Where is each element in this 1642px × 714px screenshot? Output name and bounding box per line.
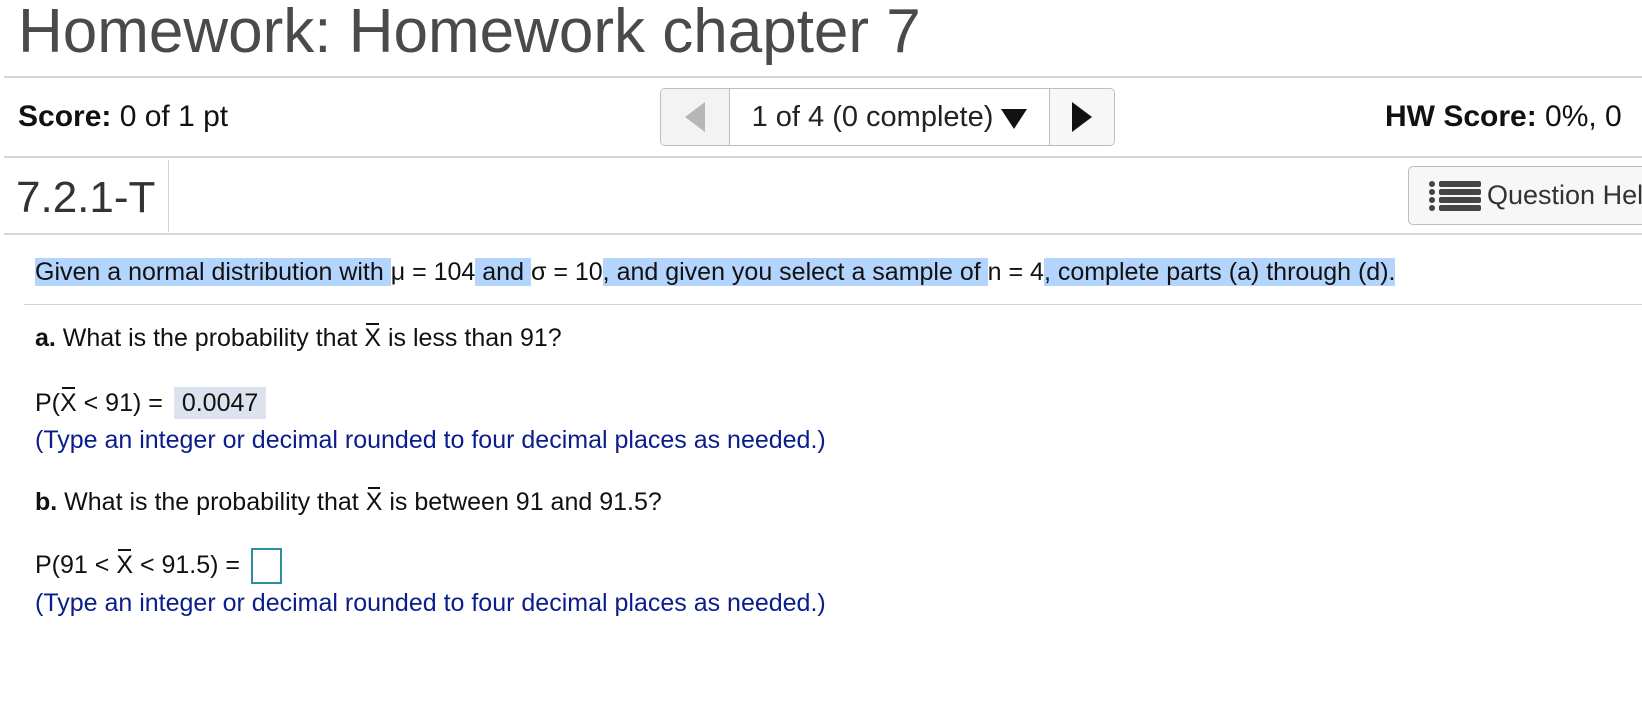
list-icon: [1429, 180, 1481, 211]
divider: [168, 160, 169, 232]
hw-score-label: HW Score:: [1385, 100, 1537, 133]
x-bar-symbol: X: [60, 386, 77, 420]
question-text: What is the probability that: [57, 488, 366, 516]
question-text: What is the probability that: [55, 324, 365, 352]
x-bar-symbol: X: [116, 548, 133, 582]
part-letter: b.: [35, 488, 58, 516]
page-title: Homework: Homework chapter 7: [18, 0, 921, 66]
arrow-left-icon: [685, 102, 705, 132]
divider: [4, 233, 1642, 235]
problem-text: Given a normal distribution with: [35, 258, 391, 286]
problem-text: , and given you select a sample of: [602, 258, 988, 286]
part-b-question: b. What is the probability that X is bet…: [35, 486, 662, 518]
question-help-label: Question Hel: [1487, 180, 1642, 210]
part-letter: a.: [35, 324, 56, 352]
part-a-question: a. What is the probability that X is les…: [35, 322, 562, 354]
mu-value: μ = 104: [390, 258, 476, 286]
caret-down-icon: [1001, 109, 1028, 129]
x-bar-symbol: X: [365, 487, 383, 516]
hw-score-display: HW Score: 0%, 0: [1385, 99, 1622, 135]
equation-text: < 91) =: [76, 389, 170, 417]
part-b-answer-input[interactable]: [250, 548, 282, 585]
question-text: is between 91 and 91.5?: [382, 488, 662, 516]
problem-text: , complete parts (a) through (d).: [1043, 258, 1396, 286]
equation-text: < 91.5) =: [133, 551, 247, 579]
question-dropdown[interactable]: 1 of 4 (0 complete): [730, 89, 1050, 145]
score-value: 0 of 1 pt: [119, 100, 229, 133]
question-text: is less than 91?: [381, 324, 562, 352]
hw-score-value: 0%, 0: [1545, 100, 1622, 133]
page: Homework: Homework chapter 7 Score: 0 of…: [0, 0, 1642, 714]
problem-statement: Given a normal distribution with μ = 104…: [35, 255, 1396, 289]
arrow-right-icon: [1072, 102, 1092, 132]
sample-size: n = 4: [987, 258, 1044, 286]
divider: [24, 304, 1642, 305]
part-b-equation: P(91 < X < 91.5) =: [35, 548, 282, 585]
problem-text: and: [475, 258, 531, 286]
equation-text: P(: [35, 389, 60, 417]
part-b-hint: (Type an integer or decimal rounded to f…: [35, 589, 826, 617]
part-a-hint: (Type an integer or decimal rounded to f…: [35, 426, 826, 454]
score-display: Score: 0 of 1 pt: [18, 99, 228, 135]
score-label: Score:: [18, 100, 112, 133]
divider: [4, 156, 1642, 158]
part-a-answer-field[interactable]: 0.0047: [173, 387, 267, 419]
part-a-equation: P(X < 91) = 0.0047: [35, 386, 267, 420]
question-id: 7.2.1-T: [16, 173, 156, 222]
question-navigator: 1 of 4 (0 complete): [660, 88, 1115, 146]
next-question-button[interactable]: [1050, 89, 1114, 145]
equation-text: P(91 <: [35, 551, 117, 579]
sigma-value: σ = 10: [530, 258, 603, 286]
x-bar-symbol: X: [364, 323, 382, 352]
question-position: 1 of 4 (0 complete): [751, 100, 994, 133]
divider: [4, 76, 1642, 78]
previous-question-button[interactable]: [661, 89, 730, 145]
question-help-button[interactable]: Question Hel: [1408, 166, 1642, 225]
